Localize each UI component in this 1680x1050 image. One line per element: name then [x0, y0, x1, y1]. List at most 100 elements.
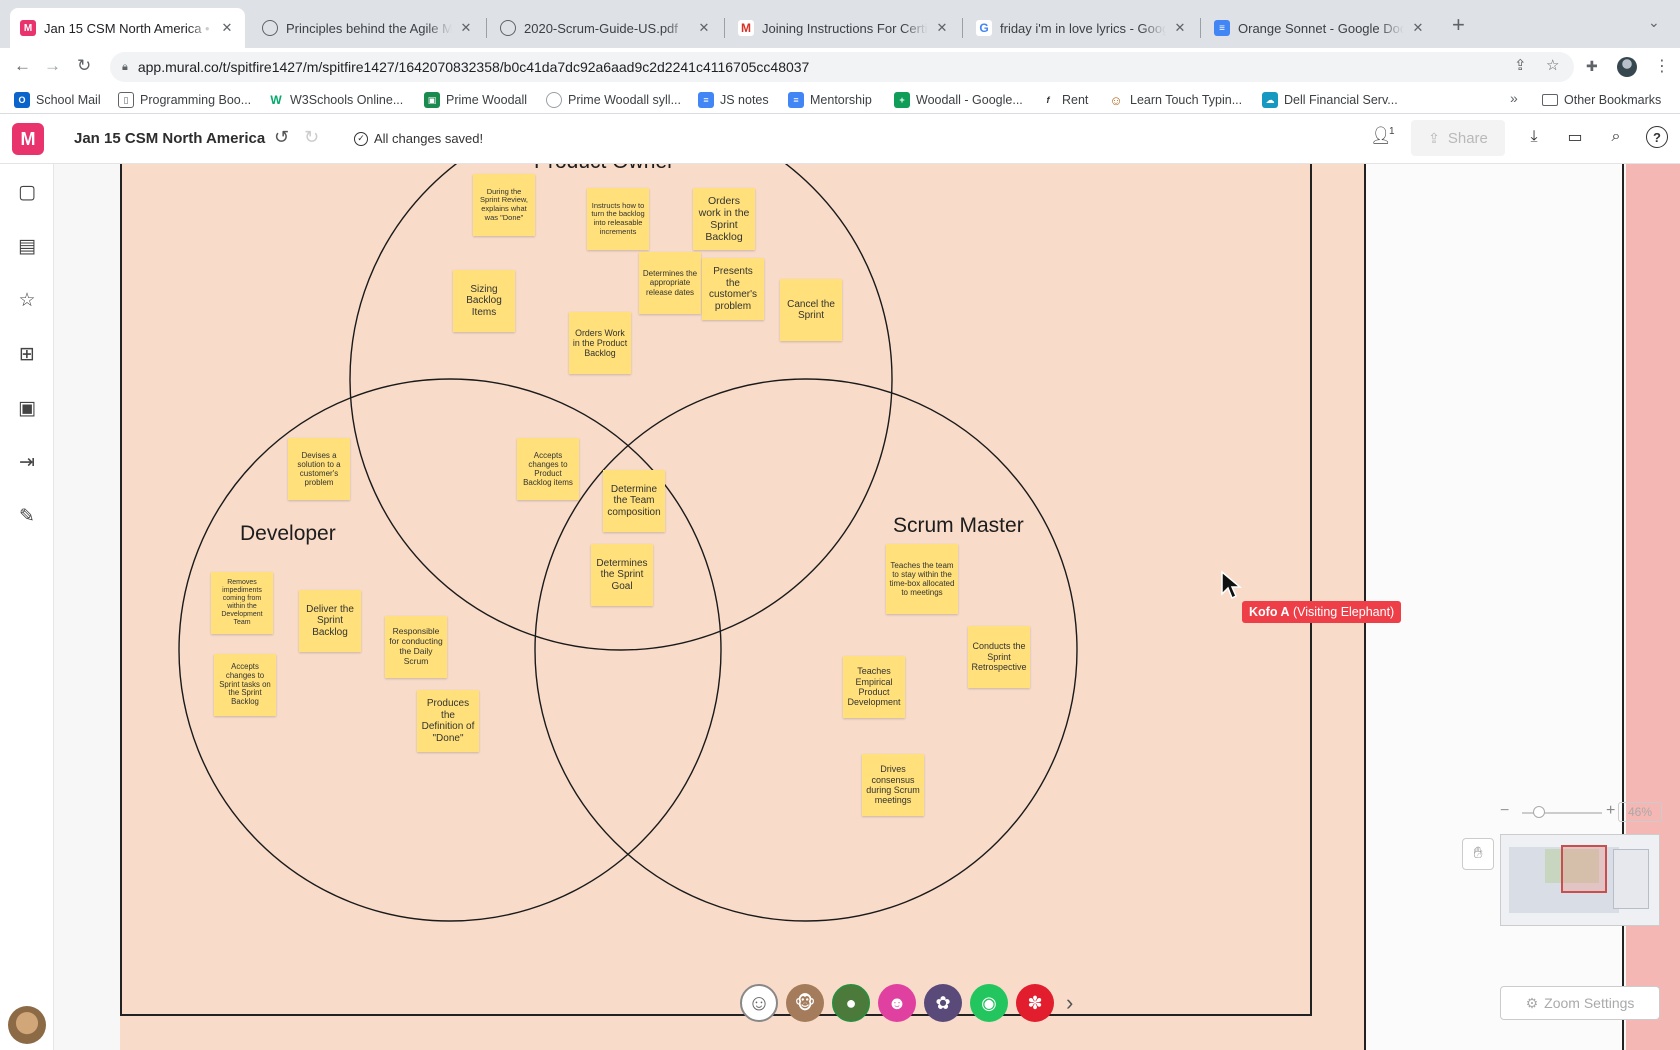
product-owner-label: Product Owner	[534, 164, 674, 174]
sticky-note[interactable]: Orders Work in the Product Backlog	[569, 312, 631, 374]
address-bar[interactable]: 🔒︎ app.mural.co/t/spitfire1427/m/spitfir…	[110, 52, 1574, 82]
sticky-note[interactable]: Determines the Sprint Goal	[591, 544, 653, 606]
close-tab-icon[interactable]: ✕	[934, 20, 950, 36]
minimap-viewport[interactable]	[1561, 845, 1607, 893]
upload-icon: ⇪	[1428, 129, 1440, 146]
sticky-note[interactable]: Determine the Team composition	[603, 470, 665, 532]
mural-canvas[interactable]: Product Owner Developer Scrum Master Dur…	[54, 164, 1680, 1050]
back-icon[interactable]: ←	[14, 56, 31, 76]
zoom-control: − + 46%	[1500, 802, 1662, 824]
more-bookmarks-icon[interactable]: »	[1510, 90, 1518, 106]
undo-icon[interactable]: ↺	[274, 127, 289, 148]
sticky-note[interactable]: Cancel the Sprint	[780, 279, 842, 341]
close-tab-icon[interactable]: ✕	[1410, 20, 1426, 36]
mural-title[interactable]: Jan 15 CSM North America	[74, 130, 265, 147]
sticky-note[interactable]: Instructs how to turn the backlog into r…	[587, 188, 649, 250]
bookmark-item[interactable]: W W3Schools Online...	[268, 90, 403, 110]
w3schools-icon: W	[268, 92, 284, 108]
star-icon[interactable]: ☆	[1546, 56, 1559, 74]
green-owl-avatar[interactable]: ◉	[970, 984, 1008, 1022]
close-tab-icon[interactable]: ✕	[219, 20, 235, 36]
browser-tab[interactable]: M Jan 15 CSM North America • Sp ✕	[10, 8, 245, 48]
monkey-avatar[interactable]: 🐵︎	[786, 984, 824, 1022]
sticky-note[interactable]: Removes impediments coming from within t…	[211, 572, 273, 634]
tab-title: Orange Sonnet - Google Docs	[1238, 20, 1404, 36]
browser-tab[interactable]: G friday i'm in love lyrics - Googl ✕	[966, 8, 1198, 48]
sticky-note[interactable]: Drives consensus during Scrum meetings	[862, 754, 924, 816]
bookmark-item[interactable]: O School Mail	[14, 90, 101, 110]
hand-tool-icon[interactable]: ✋︎	[1462, 838, 1494, 870]
sticky-note[interactable]: Presents the customer's problem	[702, 258, 764, 320]
chevron-down-icon[interactable]: ⌄	[1648, 14, 1660, 31]
red-bee-avatar[interactable]: ✽	[1016, 984, 1054, 1022]
bookmark-label: Prime Woodall	[446, 93, 528, 107]
zoom-slider-handle[interactable]	[1533, 806, 1545, 818]
minimap[interactable]	[1500, 834, 1660, 926]
browser-tab[interactable]: Principles behind the Agile Ma ✕	[252, 8, 484, 48]
zoom-out-icon[interactable]: −	[1500, 802, 1509, 820]
chevron-right-icon[interactable]: ›	[1066, 990, 1073, 1016]
share-button[interactable]: ⇪ Share	[1411, 120, 1505, 156]
browser-tab[interactable]: ≡ Orange Sonnet - Google Docs ✕	[1204, 8, 1436, 48]
user-avatar[interactable]	[8, 1006, 46, 1044]
bookmark-item[interactable]: ☁ Dell Financial Serv...	[1262, 90, 1398, 110]
pink-avatar[interactable]: ☻	[878, 984, 916, 1022]
close-tab-icon[interactable]: ✕	[696, 20, 712, 36]
reload-icon[interactable]: ↻	[77, 56, 91, 76]
import-icon[interactable]: ⇥	[15, 450, 39, 474]
image-icon[interactable]: ▣	[15, 396, 39, 420]
download-icon[interactable]: ⤓	[1523, 126, 1545, 148]
extensions-icon[interactable]: ✚	[1586, 58, 1598, 75]
forward-icon[interactable]: →	[44, 56, 61, 76]
sticky-note[interactable]: Devises a solution to a customer's probl…	[288, 438, 350, 500]
sticky-note[interactable]: Responsible for conducting the Daily Scr…	[385, 616, 447, 678]
bookmark-item[interactable]: + Woodall - Google...	[894, 90, 1023, 110]
photo-avatar[interactable]: ●	[832, 984, 870, 1022]
sticky-note[interactable]: During the Sprint Review, explains what …	[473, 174, 535, 236]
smiley-avatar[interactable]: ☺	[740, 984, 778, 1022]
sticky-text: Conducts the Sprint Retrospective	[971, 641, 1027, 673]
comment-templates-icon[interactable]: ▤	[15, 234, 39, 258]
sticky-note[interactable]: Deliver the Sprint Backlog	[299, 590, 361, 652]
search-comments-icon[interactable]: ⌕	[1605, 126, 1627, 148]
sticky-note[interactable]: Determines the appropriate release dates	[639, 252, 701, 314]
new-tab-icon[interactable]: +	[1452, 12, 1465, 38]
sticky-note[interactable]: Teaches the team to stay within the time…	[886, 544, 958, 614]
sticky-note[interactable]: Accepts changes to Product Backlog items	[517, 438, 579, 500]
docs-icon: ≡	[698, 92, 714, 108]
zoom-percentage[interactable]: 46%	[1618, 802, 1662, 822]
sticky-note[interactable]: Produces the Definition of "Done"	[417, 690, 479, 752]
browser-tab[interactable]: 2020-Scrum-Guide-US.pdf ✕	[490, 8, 722, 48]
bookmark-item[interactable]: f Rent	[1040, 90, 1088, 110]
bookmark-item[interactable]: ▣ Prime Woodall	[424, 90, 527, 110]
browser-tab[interactable]: M Joining Instructions For Certific ✕	[728, 8, 960, 48]
frameworks-icon[interactable]: ⊞	[15, 342, 39, 366]
sticky-note[interactable]: Accepts changes to Sprint tasks on the S…	[214, 654, 276, 716]
sticky-note[interactable]: Orders work in the Sprint Backlog	[693, 188, 755, 250]
sticky-note[interactable]: Teaches Empirical Product Development	[843, 656, 905, 718]
bookmark-item[interactable]: ☺ Learn Touch Typin...	[1108, 90, 1242, 110]
save-status-text: All changes saved!	[374, 131, 484, 146]
bookmark-item[interactable]: ≡ JS notes	[698, 90, 769, 110]
bug-avatar[interactable]: ✿	[924, 984, 962, 1022]
sticky-note[interactable]: Conducts the Sprint Retrospective	[968, 626, 1030, 688]
sticky-note-icon[interactable]: ▢	[15, 180, 39, 204]
browser-menu-icon[interactable]: ⋮	[1654, 56, 1670, 76]
mural-logo[interactable]: M	[12, 123, 44, 155]
share-page-icon[interactable]: ⇪	[1514, 56, 1527, 74]
sticky-note[interactable]: Sizing Backlog Items	[453, 270, 515, 332]
zoom-in-icon[interactable]: +	[1606, 802, 1615, 820]
zoom-settings-button[interactable]: ⚙ Zoom Settings	[1500, 986, 1660, 1020]
close-tab-icon[interactable]: ✕	[458, 20, 474, 36]
bookmark-item[interactable]: Prime Woodall syll...	[546, 90, 681, 110]
profile-avatar[interactable]	[1617, 57, 1637, 77]
close-tab-icon[interactable]: ✕	[1172, 20, 1188, 36]
bookmark-item[interactable]: ▯ Programming Boo...	[118, 90, 251, 110]
star-icon[interactable]: ☆	[15, 288, 39, 312]
help-icon[interactable]: ?	[1646, 126, 1668, 148]
other-bookmarks[interactable]: Other Bookmarks	[1542, 90, 1661, 110]
redo-icon[interactable]: ↻	[304, 127, 319, 148]
pen-icon[interactable]: ✎	[15, 504, 39, 528]
comment-icon[interactable]: ▭	[1564, 126, 1586, 148]
bookmark-item[interactable]: ≡ Mentorship	[788, 90, 872, 110]
